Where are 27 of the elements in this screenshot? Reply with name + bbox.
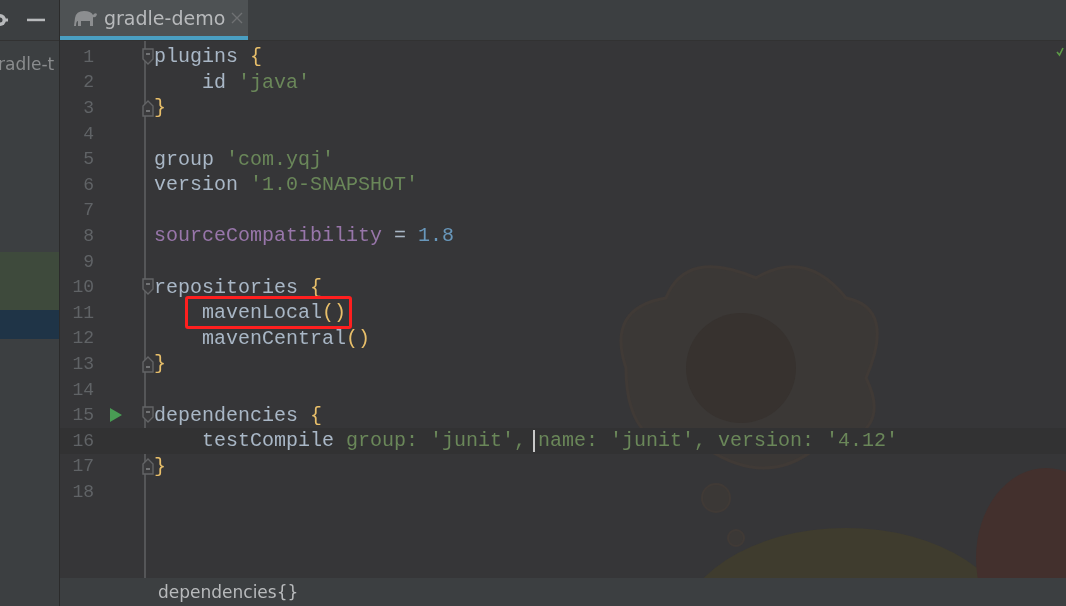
code-line: } <box>154 96 166 120</box>
fold-icon[interactable] <box>142 47 154 66</box>
code-line: sourceCompatibility = 1.8 <box>154 224 455 248</box>
code-line: mavenLocal() <box>201 301 347 325</box>
file-tab[interactable]: gradle-demo <box>60 0 248 40</box>
code-line: plugins { <box>154 45 263 69</box>
elephant-icon <box>72 8 98 28</box>
fold-icon[interactable] <box>142 278 154 297</box>
code-line: id 'java' <box>201 70 311 94</box>
run-icon[interactable] <box>109 408 122 423</box>
minimize-icon[interactable] <box>27 18 45 22</box>
gear-icon[interactable] <box>0 13 9 27</box>
fold-icon[interactable] <box>142 354 154 373</box>
fold-icon[interactable] <box>142 99 154 117</box>
tick-icon <box>1056 47 1064 57</box>
code-line: version '1.0-SNAPSHOT' <box>154 173 419 197</box>
fold-icon[interactable] <box>142 406 154 425</box>
breadcrumb[interactable]: dependencies{} <box>158 582 299 602</box>
code-line: group 'com.yqj' <box>154 147 335 171</box>
tree-item-label[interactable]: radle-t <box>0 53 55 74</box>
code-line: dependencies { <box>154 403 323 427</box>
code-line: mavenCentral() <box>201 326 371 350</box>
code-line: testCompile group: 'junit', name: 'junit', version: '4.12' <box>201 429 899 453</box>
code-line: } <box>154 454 166 478</box>
code-line: } <box>154 352 166 376</box>
close-icon[interactable] <box>231 12 244 24</box>
fold-icon[interactable] <box>142 457 154 476</box>
